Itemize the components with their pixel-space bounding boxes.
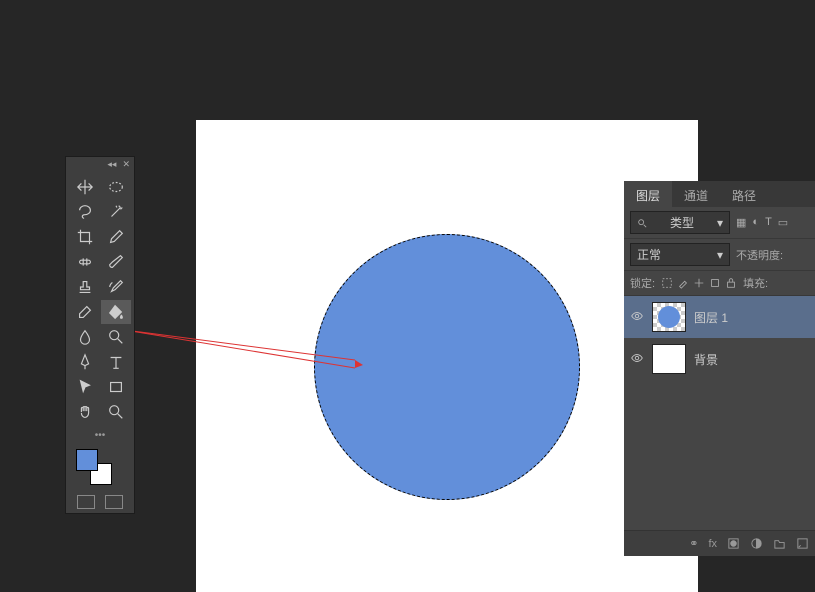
filter-type-icon[interactable]: T: [765, 216, 772, 229]
opacity-label: 不透明度:: [736, 247, 783, 263]
more-tools[interactable]: •••: [66, 428, 134, 443]
lock-label: 锁定:: [630, 275, 655, 291]
tab-layers[interactable]: 图层: [624, 181, 672, 207]
canvas-area[interactable]: [196, 120, 698, 592]
history-brush-tool[interactable]: [101, 275, 131, 299]
collapse-icon[interactable]: ◂◂: [107, 159, 116, 170]
link-icon[interactable]: ⚭: [689, 537, 698, 550]
stamp-tool[interactable]: [70, 275, 100, 299]
hand-tool[interactable]: [70, 400, 100, 424]
lock-artboard-icon[interactable]: [709, 277, 721, 289]
tab-channels[interactable]: 通道: [672, 181, 720, 207]
marquee-tool[interactable]: [101, 175, 131, 199]
eraser-tool[interactable]: [70, 300, 100, 324]
fill-label: 填充:: [743, 275, 768, 291]
adjustment-icon[interactable]: [750, 537, 763, 550]
blend-mode-select[interactable]: 正常 ▾: [630, 243, 730, 266]
tab-paths[interactable]: 路径: [720, 181, 768, 207]
layers-footer: ⚭ fx: [624, 530, 815, 556]
close-icon[interactable]: ✕: [122, 159, 130, 170]
lasso-tool[interactable]: [70, 200, 100, 224]
layer-name: 背景: [694, 351, 718, 368]
folder-icon[interactable]: [773, 537, 786, 550]
lock-position-icon[interactable]: [693, 277, 705, 289]
dodge-tool[interactable]: [101, 325, 131, 349]
filter-adjust-icon[interactable]: ◐: [752, 216, 759, 229]
quick-mask-icon[interactable]: [77, 495, 95, 509]
filter-image-icon[interactable]: ▦: [736, 216, 746, 229]
magic-wand-tool[interactable]: [101, 200, 131, 224]
panel-tabs: 图层 通道 路径: [624, 181, 815, 207]
layers-panel: 图层 通道 路径 类型 ▾ ▦ ◐ T ▭ 正常 ▾ 不透明度: 锁定:: [624, 181, 815, 556]
zoom-tool[interactable]: [101, 400, 131, 424]
layer-name: 图层 1: [694, 309, 728, 326]
chevron-down-icon: ▾: [717, 216, 723, 230]
brush-tool[interactable]: [101, 250, 131, 274]
color-swatches[interactable]: [66, 443, 134, 491]
pen-tool[interactable]: [70, 350, 100, 374]
lock-all-icon[interactable]: [725, 277, 737, 289]
layer-item-1[interactable]: 图层 1: [624, 296, 815, 338]
eyedropper-tool[interactable]: [101, 225, 131, 249]
path-select-tool[interactable]: [70, 375, 100, 399]
lock-paint-icon[interactable]: [677, 277, 689, 289]
panel-header: ◂◂ ✕: [66, 157, 134, 171]
layer-item-bg[interactable]: 背景: [624, 338, 815, 380]
blend-mode-value: 正常: [637, 246, 661, 263]
fx-icon[interactable]: fx: [708, 538, 717, 550]
paint-bucket-tool[interactable]: [101, 300, 131, 324]
crop-tool[interactable]: [70, 225, 100, 249]
rectangle-tool[interactable]: [101, 375, 131, 399]
healing-tool[interactable]: [70, 250, 100, 274]
filter-type-select[interactable]: 类型 ▾: [630, 211, 730, 234]
layer-thumbnail[interactable]: [652, 302, 686, 332]
visibility-icon[interactable]: [630, 351, 644, 368]
lock-transparent-icon[interactable]: [661, 277, 673, 289]
filter-label: 类型: [670, 214, 694, 231]
type-tool[interactable]: [101, 350, 131, 374]
filter-shape-icon[interactable]: ▭: [778, 216, 788, 229]
blur-tool[interactable]: [70, 325, 100, 349]
mask-icon[interactable]: [727, 537, 740, 550]
move-tool[interactable]: [70, 175, 100, 199]
foreground-color[interactable]: [76, 449, 98, 471]
search-icon: [637, 218, 647, 228]
tools-panel: ◂◂ ✕ •••: [65, 156, 135, 514]
screen-mode-icon[interactable]: [105, 495, 123, 509]
visibility-icon[interactable]: [630, 309, 644, 326]
chevron-down-icon: ▾: [717, 248, 723, 262]
layer-thumbnail[interactable]: [652, 344, 686, 374]
ellipse-selection[interactable]: [314, 234, 580, 500]
new-layer-icon[interactable]: [796, 537, 809, 550]
